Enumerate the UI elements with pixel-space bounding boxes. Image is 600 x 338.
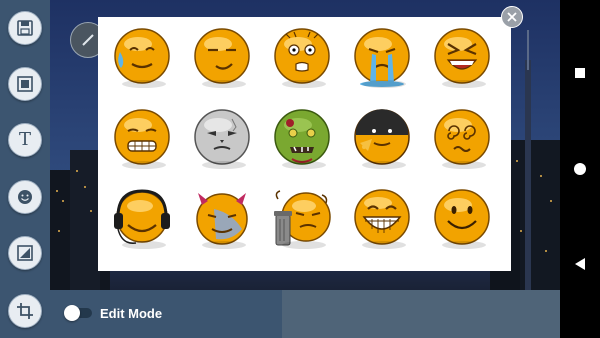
headphones-smiley-icon xyxy=(114,189,170,244)
dizzy-smiley-icon xyxy=(434,109,490,165)
sticker-panel xyxy=(98,17,511,271)
toggle-knob xyxy=(64,305,80,321)
zombie-smiley[interactable] xyxy=(272,109,332,169)
skull-smiley-icon xyxy=(194,109,250,165)
text-icon: T xyxy=(18,129,31,150)
crop-button[interactable] xyxy=(8,294,42,328)
save-button[interactable] xyxy=(8,11,42,45)
save-icon xyxy=(17,20,33,36)
edit-mode-label: Edit Mode xyxy=(100,306,163,321)
big-grin-smiley[interactable] xyxy=(352,189,412,249)
frame-icon xyxy=(17,245,33,261)
crying-smiley[interactable] xyxy=(352,28,412,88)
laughing-smiley-icon xyxy=(434,28,490,84)
bottom-bar: Edit Mode xyxy=(50,290,560,338)
close-icon xyxy=(507,12,517,22)
bottom-bar-right-section xyxy=(282,290,560,338)
eating-smiley[interactable] xyxy=(352,109,412,169)
laughing-smiley[interactable] xyxy=(432,28,492,88)
headphones-smiley[interactable] xyxy=(112,189,172,249)
grinning-smiley-icon xyxy=(114,109,170,165)
shocked-smiley[interactable] xyxy=(272,28,332,88)
close-panel-button[interactable] xyxy=(501,6,523,28)
left-toolbar: T xyxy=(0,0,50,338)
recents-square-icon[interactable] xyxy=(575,68,585,78)
winking-smiley[interactable] xyxy=(192,28,252,88)
image-icon xyxy=(17,76,33,92)
crying-smiley-icon xyxy=(354,28,410,87)
shocked-smiley-icon xyxy=(274,28,330,84)
devil-smiley[interactable] xyxy=(192,189,252,249)
sweating-smiley[interactable] xyxy=(112,28,172,88)
trash-can-smiley-icon xyxy=(274,190,331,246)
sweating-smiley-icon xyxy=(114,28,170,84)
happy-smiley[interactable] xyxy=(432,189,492,249)
dizzy-smiley[interactable] xyxy=(432,109,492,169)
image-button[interactable] xyxy=(8,67,42,101)
devil-smiley-icon xyxy=(196,193,248,245)
winking-smiley-icon xyxy=(194,28,250,84)
home-circle-icon[interactable] xyxy=(574,163,586,175)
big-grin-smiley-icon xyxy=(354,189,410,245)
eating-smiley-icon xyxy=(354,109,410,165)
text-button[interactable]: T xyxy=(8,123,42,157)
sticker-button[interactable] xyxy=(8,180,42,214)
edit-mode-toggle[interactable] xyxy=(64,305,92,321)
android-nav-bar xyxy=(560,0,600,338)
trash-can-smiley[interactable] xyxy=(272,189,332,249)
back-triangle-icon[interactable] xyxy=(575,258,585,270)
zombie-smiley-icon xyxy=(274,109,330,165)
frame-button[interactable] xyxy=(8,236,42,270)
happy-smiley-icon xyxy=(434,189,490,245)
sticker-icon xyxy=(18,190,32,204)
skull-smiley[interactable] xyxy=(192,109,252,169)
grinning-smiley[interactable] xyxy=(112,109,172,169)
crop-icon xyxy=(17,303,33,319)
